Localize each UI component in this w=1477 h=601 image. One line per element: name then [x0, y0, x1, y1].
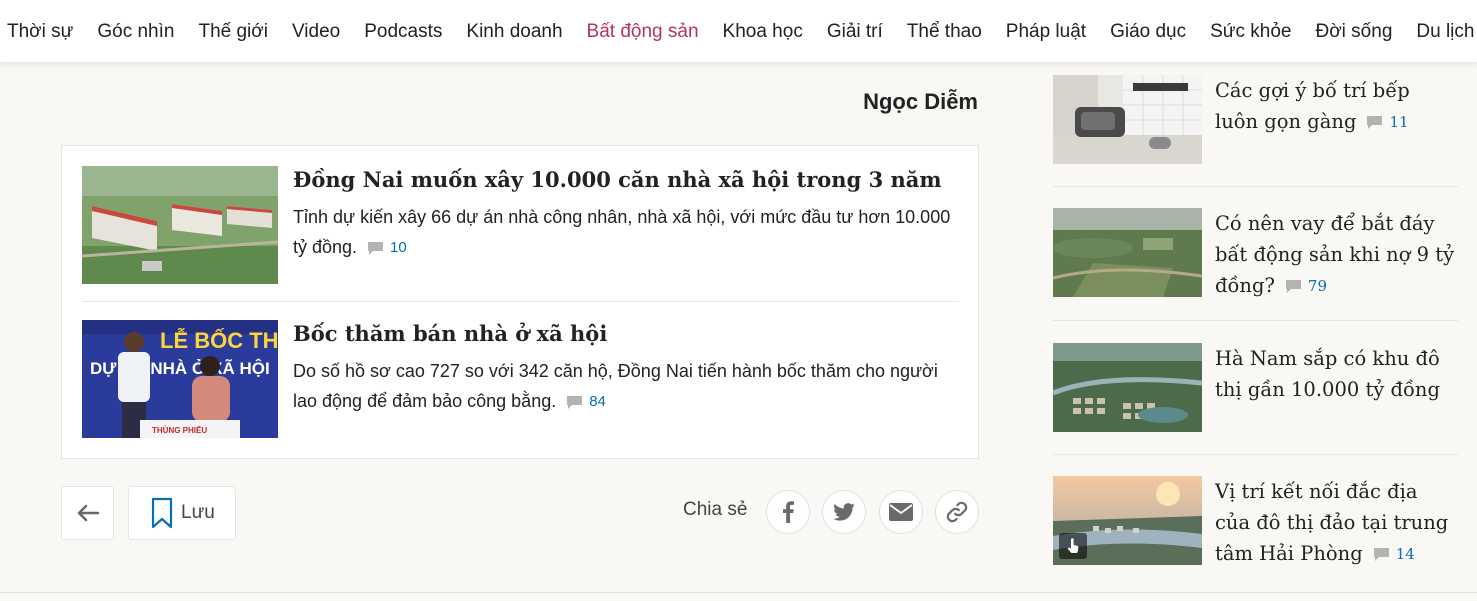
story-description: Do số hồ sơ cao 727 so với 342 căn hộ, Đ… [293, 356, 959, 417]
nav-item-du-lich[interactable]: Du lịch [1416, 22, 1474, 41]
divider [1053, 186, 1458, 187]
sidebar-thumbnail[interactable] [1053, 476, 1202, 565]
email-icon [889, 503, 913, 521]
comment-icon [1285, 280, 1301, 293]
divider [1053, 320, 1458, 321]
twitter-icon [833, 503, 855, 521]
comment-icon [567, 395, 583, 409]
sidebar-story[interactable]: Các gợi ý bố trí bếp luôn gọn gàng 11 [1053, 75, 1458, 164]
comment-count-value: 11 [1389, 113, 1409, 131]
sidebar-thumbnail[interactable] [1053, 208, 1202, 297]
nav-item-video[interactable]: Video [292, 22, 340, 41]
sidebar-thumbnail[interactable] [1053, 75, 1202, 164]
story-title[interactable]: Đồng Nai muốn xây 10.000 căn nhà xã hội … [293, 166, 959, 194]
sidebar-story-title[interactable]: Hà Nam sắp có khu đô thị gần 10.000 tỷ đ… [1215, 343, 1458, 405]
nav-item-kinh-doanh[interactable]: Kinh doanh [466, 22, 562, 41]
sidebar-story-title[interactable]: Có nên vay để bắt đáy bất động sản khi n… [1215, 208, 1458, 302]
link-icon [946, 501, 968, 523]
nav-item-thoi-su[interactable]: Thời sự [7, 22, 73, 41]
comment-icon [368, 241, 384, 255]
article-author: Ngọc Diễm [863, 89, 978, 114]
sidebar-story-title[interactable]: Vị trí kết nối đắc địa của đô thị đảo tạ… [1215, 476, 1458, 570]
share-link-button[interactable] [935, 490, 979, 534]
nav-item-khoa-hoc[interactable]: Khoa học [723, 22, 803, 41]
story-thumbnail[interactable]: LỄ BỐC THĂM DỰ ÁN NHÀ Ở XÃ HỘI THÙNG PHI… [82, 320, 278, 438]
arrow-left-icon [77, 504, 99, 522]
divider [1053, 454, 1458, 455]
comment-count[interactable]: 79 [1285, 271, 1327, 302]
share-label: Chia sẻ [683, 499, 748, 520]
related-stories: Đồng Nai muốn xây 10.000 căn nhà xã hội … [61, 145, 979, 459]
comment-count[interactable]: 14 [1373, 539, 1415, 570]
related-story[interactable]: LỄ BỐC THĂM DỰ ÁN NHÀ Ở XÃ HỘI THÙNG PHI… [82, 320, 959, 438]
comment-count[interactable]: 84 [566, 387, 606, 417]
comment-icon [1373, 548, 1389, 561]
nav-item-podcasts[interactable]: Podcasts [364, 22, 442, 41]
nav-item-the-gioi[interactable]: Thế giới [198, 22, 268, 41]
sidebar-story[interactable]: Có nên vay để bắt đáy bất động sản khi n… [1053, 208, 1458, 297]
nav-item-phap-luat[interactable]: Pháp luật [1006, 22, 1086, 41]
image-box-text: THÙNG PHIẾU [152, 425, 207, 435]
share-twitter-button[interactable] [822, 490, 866, 534]
bookmark-icon [151, 497, 173, 529]
sidebar-story[interactable]: Vị trí kết nối đắc địa của đô thị đảo tạ… [1053, 476, 1458, 565]
sidebar-title-text: Có nên vay để bắt đáy bất động sản khi n… [1215, 212, 1455, 297]
sidebar-story[interactable]: Hà Nam sắp có khu đô thị gần 10.000 tỷ đ… [1053, 343, 1458, 432]
nav-item-the-thao[interactable]: Thể thao [907, 22, 982, 41]
story-title[interactable]: Bốc thăm bán nhà ở xã hội [293, 320, 959, 348]
image-banner-text2: DỰ ÁN NHÀ Ở XÃ HỘI [90, 358, 270, 378]
story-body: Bốc thăm bán nhà ở xã hội Do số hồ sơ ca… [293, 320, 959, 417]
story-thumbnail[interactable] [82, 166, 278, 284]
story-description: Tỉnh dự kiến xây 66 dự án nhà công nhân,… [293, 202, 959, 263]
sidebar-story-title[interactable]: Các gợi ý bố trí bếp luôn gọn gàng 11 [1215, 75, 1458, 138]
top-navigation: Thời sự Góc nhìn Thế giới Video Podcasts… [0, 0, 1477, 62]
comment-count-value: 84 [589, 393, 606, 411]
comment-icon [1367, 116, 1383, 129]
nav-item-doi-song[interactable]: Đời sống [1316, 22, 1393, 41]
nav-item-giai-tri[interactable]: Giải trí [827, 22, 883, 41]
facebook-icon [783, 501, 794, 523]
divider [82, 301, 959, 302]
touch-icon [1059, 533, 1087, 559]
comment-count-value: 79 [1307, 277, 1328, 295]
page-bottom-divider [0, 592, 1477, 593]
comment-count[interactable]: 10 [367, 233, 407, 263]
sidebar-thumbnail[interactable] [1053, 343, 1202, 432]
story-desc-text: Do số hồ sơ cao 727 so với 342 căn hộ, Đ… [293, 361, 938, 411]
nav-item-suc-khoe[interactable]: Sức khỏe [1210, 22, 1291, 41]
nav-item-bat-dong-san[interactable]: Bất động sản [587, 22, 699, 41]
comment-count[interactable]: 11 [1366, 107, 1409, 138]
save-button[interactable]: Lưu [128, 486, 236, 540]
image-banner-text: LỄ BỐC THĂM [160, 327, 278, 353]
story-body: Đồng Nai muốn xây 10.000 căn nhà xã hội … [293, 166, 959, 263]
comment-count-value: 10 [390, 239, 407, 257]
nav-item-giao-duc[interactable]: Giáo dục [1110, 22, 1186, 41]
back-button[interactable] [61, 486, 114, 540]
related-story[interactable]: Đồng Nai muốn xây 10.000 căn nhà xã hội … [82, 166, 959, 284]
save-label: Lưu [181, 502, 215, 523]
nav-item-goc-nhin[interactable]: Góc nhìn [97, 22, 174, 41]
share-facebook-button[interactable] [766, 490, 810, 534]
share-email-button[interactable] [879, 490, 923, 534]
comment-count-value: 14 [1395, 545, 1415, 563]
